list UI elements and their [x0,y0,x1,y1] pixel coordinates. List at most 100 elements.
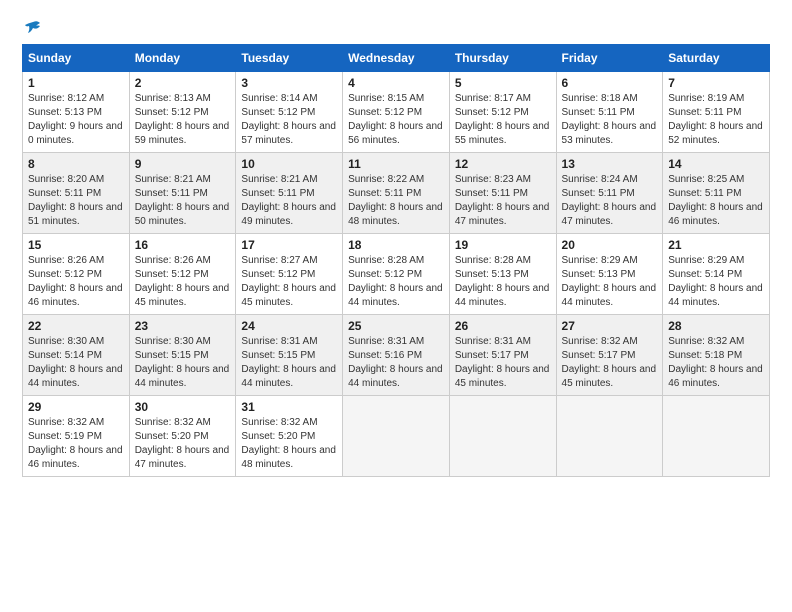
calendar-cell: 13Sunrise: 8:24 AMSunset: 5:11 PMDayligh… [556,153,663,234]
day-detail: Sunrise: 8:13 AMSunset: 5:12 PMDaylight:… [135,92,231,148]
sunset-text: Sunset: 5:15 PM [135,349,231,363]
day-number: 28 [668,319,764,333]
sunset-text: Sunset: 5:11 PM [135,187,231,201]
day-number: 27 [562,319,658,333]
sunset-text: Sunset: 5:12 PM [28,268,124,282]
day-detail: Sunrise: 8:21 AMSunset: 5:11 PMDaylight:… [135,173,231,229]
day-number: 9 [135,157,231,171]
calendar-cell: 7Sunrise: 8:19 AMSunset: 5:11 PMDaylight… [663,72,770,153]
sunset-text: Sunset: 5:11 PM [348,187,444,201]
sunset-text: Sunset: 5:12 PM [455,106,551,120]
day-detail: Sunrise: 8:32 AMSunset: 5:19 PMDaylight:… [28,416,124,472]
calendar-week-row: 22Sunrise: 8:30 AMSunset: 5:14 PMDayligh… [23,315,770,396]
calendar-cell: 17 Sunrise: 8:27 AMSunset: 5:12 PMDayligh… [236,234,343,315]
day-detail: Sunrise: 8:12 AMSunset: 5:13 PMDaylight:… [28,92,124,148]
sunset-text: Sunset: 5:11 PM [241,187,337,201]
calendar-cell: 19Sunrise: 8:28 AMSunset: 5:13 PMDayligh… [449,234,556,315]
daylight-text: Daylight: 8 hours and 44 minutes. [135,363,231,391]
sunrise-text: Sunrise: 8:17 AM [455,92,551,106]
sunset-text: Sunset: 5:20 PM [241,430,337,444]
day-number: 14 [668,157,764,171]
day-number: 31 [241,400,337,414]
day-detail: Sunrise: 8:24 AMSunset: 5:11 PMDaylight:… [562,173,658,229]
sunrise-text: Sunrise: 8:24 AM [562,173,658,187]
daylight-text: Daylight: 8 hours and 53 minutes. [562,120,658,148]
day-detail: Sunrise: 8:26 AMSunset: 5:12 PMDaylight:… [135,254,231,310]
sunrise-text: Sunrise: 8:15 AM [348,92,444,106]
sunset-text: Sunset: 5:19 PM [28,430,124,444]
day-detail: Sunrise: 8:32 AMSunset: 5:18 PMDaylight:… [668,335,764,391]
sunrise-text: Sunrise: 8:20 AM [28,173,124,187]
day-detail: Sunrise: 8:29 AMSunset: 5:14 PMDaylight:… [668,254,764,310]
day-detail: Sunrise: 8:27 AMSunset: 5:12 PMDaylight:… [241,254,337,310]
day-detail: Sunrise: 8:30 AMSunset: 5:14 PMDaylight:… [28,335,124,391]
sunrise-text: Sunrise: 8:27 AM [241,254,337,268]
sunrise-text: Sunrise: 8:32 AM [135,416,231,430]
day-number: 6 [562,76,658,90]
day-number: 26 [455,319,551,333]
sunrise-text: Sunrise: 8:22 AM [348,173,444,187]
daylight-text: Daylight: 9 hours and 0 minutes. [28,120,124,148]
day-detail: Sunrise: 8:14 AMSunset: 5:12 PMDaylight:… [241,92,337,148]
sunrise-text: Sunrise: 8:32 AM [241,416,337,430]
sunset-text: Sunset: 5:17 PM [562,349,658,363]
calendar-header-row: SundayMondayTuesdayWednesdayThursdayFrid… [23,45,770,72]
sunrise-text: Sunrise: 8:25 AM [668,173,764,187]
calendar-cell [449,396,556,477]
calendar-cell [343,396,450,477]
calendar-cell: 26Sunrise: 8:31 AMSunset: 5:17 PMDayligh… [449,315,556,396]
calendar-cell: 18Sunrise: 8:28 AMSunset: 5:12 PMDayligh… [343,234,450,315]
sunset-text: Sunset: 5:17 PM [455,349,551,363]
day-number: 12 [455,157,551,171]
sunset-text: Sunset: 5:12 PM [135,106,231,120]
logo [22,18,44,38]
sunset-text: Sunset: 5:12 PM [241,268,337,282]
day-detail: Sunrise: 8:31 AMSunset: 5:15 PMDaylight:… [241,335,337,391]
day-number: 4 [348,76,444,90]
sunset-text: Sunset: 5:13 PM [28,106,124,120]
sunset-text: Sunset: 5:12 PM [348,268,444,282]
calendar-cell: 29Sunrise: 8:32 AMSunset: 5:19 PMDayligh… [23,396,130,477]
day-number: 17 [241,238,337,252]
day-number: 3 [241,76,337,90]
calendar-cell: 20Sunrise: 8:29 AMSunset: 5:13 PMDayligh… [556,234,663,315]
daylight-text: Daylight: 8 hours and 50 minutes. [135,201,231,229]
calendar-table: SundayMondayTuesdayWednesdayThursdayFrid… [22,44,770,477]
sunset-text: Sunset: 5:12 PM [135,268,231,282]
day-number: 24 [241,319,337,333]
daylight-text: Daylight: 8 hours and 44 minutes. [348,282,444,310]
daylight-text: Daylight: 8 hours and 57 minutes. [241,120,337,148]
sunset-text: Sunset: 5:11 PM [668,106,764,120]
sunrise-text: Sunrise: 8:31 AM [455,335,551,349]
calendar-cell: 25Sunrise: 8:31 AMSunset: 5:16 PMDayligh… [343,315,450,396]
sunrise-text: Sunrise: 8:29 AM [562,254,658,268]
daylight-text: Daylight: 8 hours and 47 minutes. [562,201,658,229]
daylight-text: Daylight: 8 hours and 45 minutes. [562,363,658,391]
calendar-week-row: 29Sunrise: 8:32 AMSunset: 5:19 PMDayligh… [23,396,770,477]
daylight-text: Daylight: 8 hours and 46 minutes. [28,444,124,472]
day-number: 1 [28,76,124,90]
sunrise-text: Sunrise: 8:28 AM [348,254,444,268]
sunrise-text: Sunrise: 8:32 AM [562,335,658,349]
day-number: 20 [562,238,658,252]
daylight-text: Daylight: 8 hours and 44 minutes. [455,282,551,310]
calendar-cell: 9 Sunrise: 8:21 AMSunset: 5:11 PMDaylight… [129,153,236,234]
day-number: 2 [135,76,231,90]
sunrise-text: Sunrise: 8:19 AM [668,92,764,106]
sunset-text: Sunset: 5:14 PM [28,349,124,363]
calendar-cell: 22Sunrise: 8:30 AMSunset: 5:14 PMDayligh… [23,315,130,396]
daylight-text: Daylight: 8 hours and 47 minutes. [135,444,231,472]
calendar-cell: 5Sunrise: 8:17 AMSunset: 5:12 PMDaylight… [449,72,556,153]
day-detail: Sunrise: 8:30 AMSunset: 5:15 PMDaylight:… [135,335,231,391]
day-detail: Sunrise: 8:32 AMSunset: 5:20 PMDaylight:… [241,416,337,472]
logo-bird-icon [23,18,43,38]
calendar-cell [556,396,663,477]
sunset-text: Sunset: 5:11 PM [562,187,658,201]
calendar-cell: 6 Sunrise: 8:18 AMSunset: 5:11 PMDaylight… [556,72,663,153]
day-detail: Sunrise: 8:31 AMSunset: 5:16 PMDaylight:… [348,335,444,391]
day-number: 23 [135,319,231,333]
day-number: 15 [28,238,124,252]
day-detail: Sunrise: 8:18 AMSunset: 5:11 PMDaylight:… [562,92,658,148]
calendar-cell [663,396,770,477]
calendar-header-monday: Monday [129,45,236,72]
